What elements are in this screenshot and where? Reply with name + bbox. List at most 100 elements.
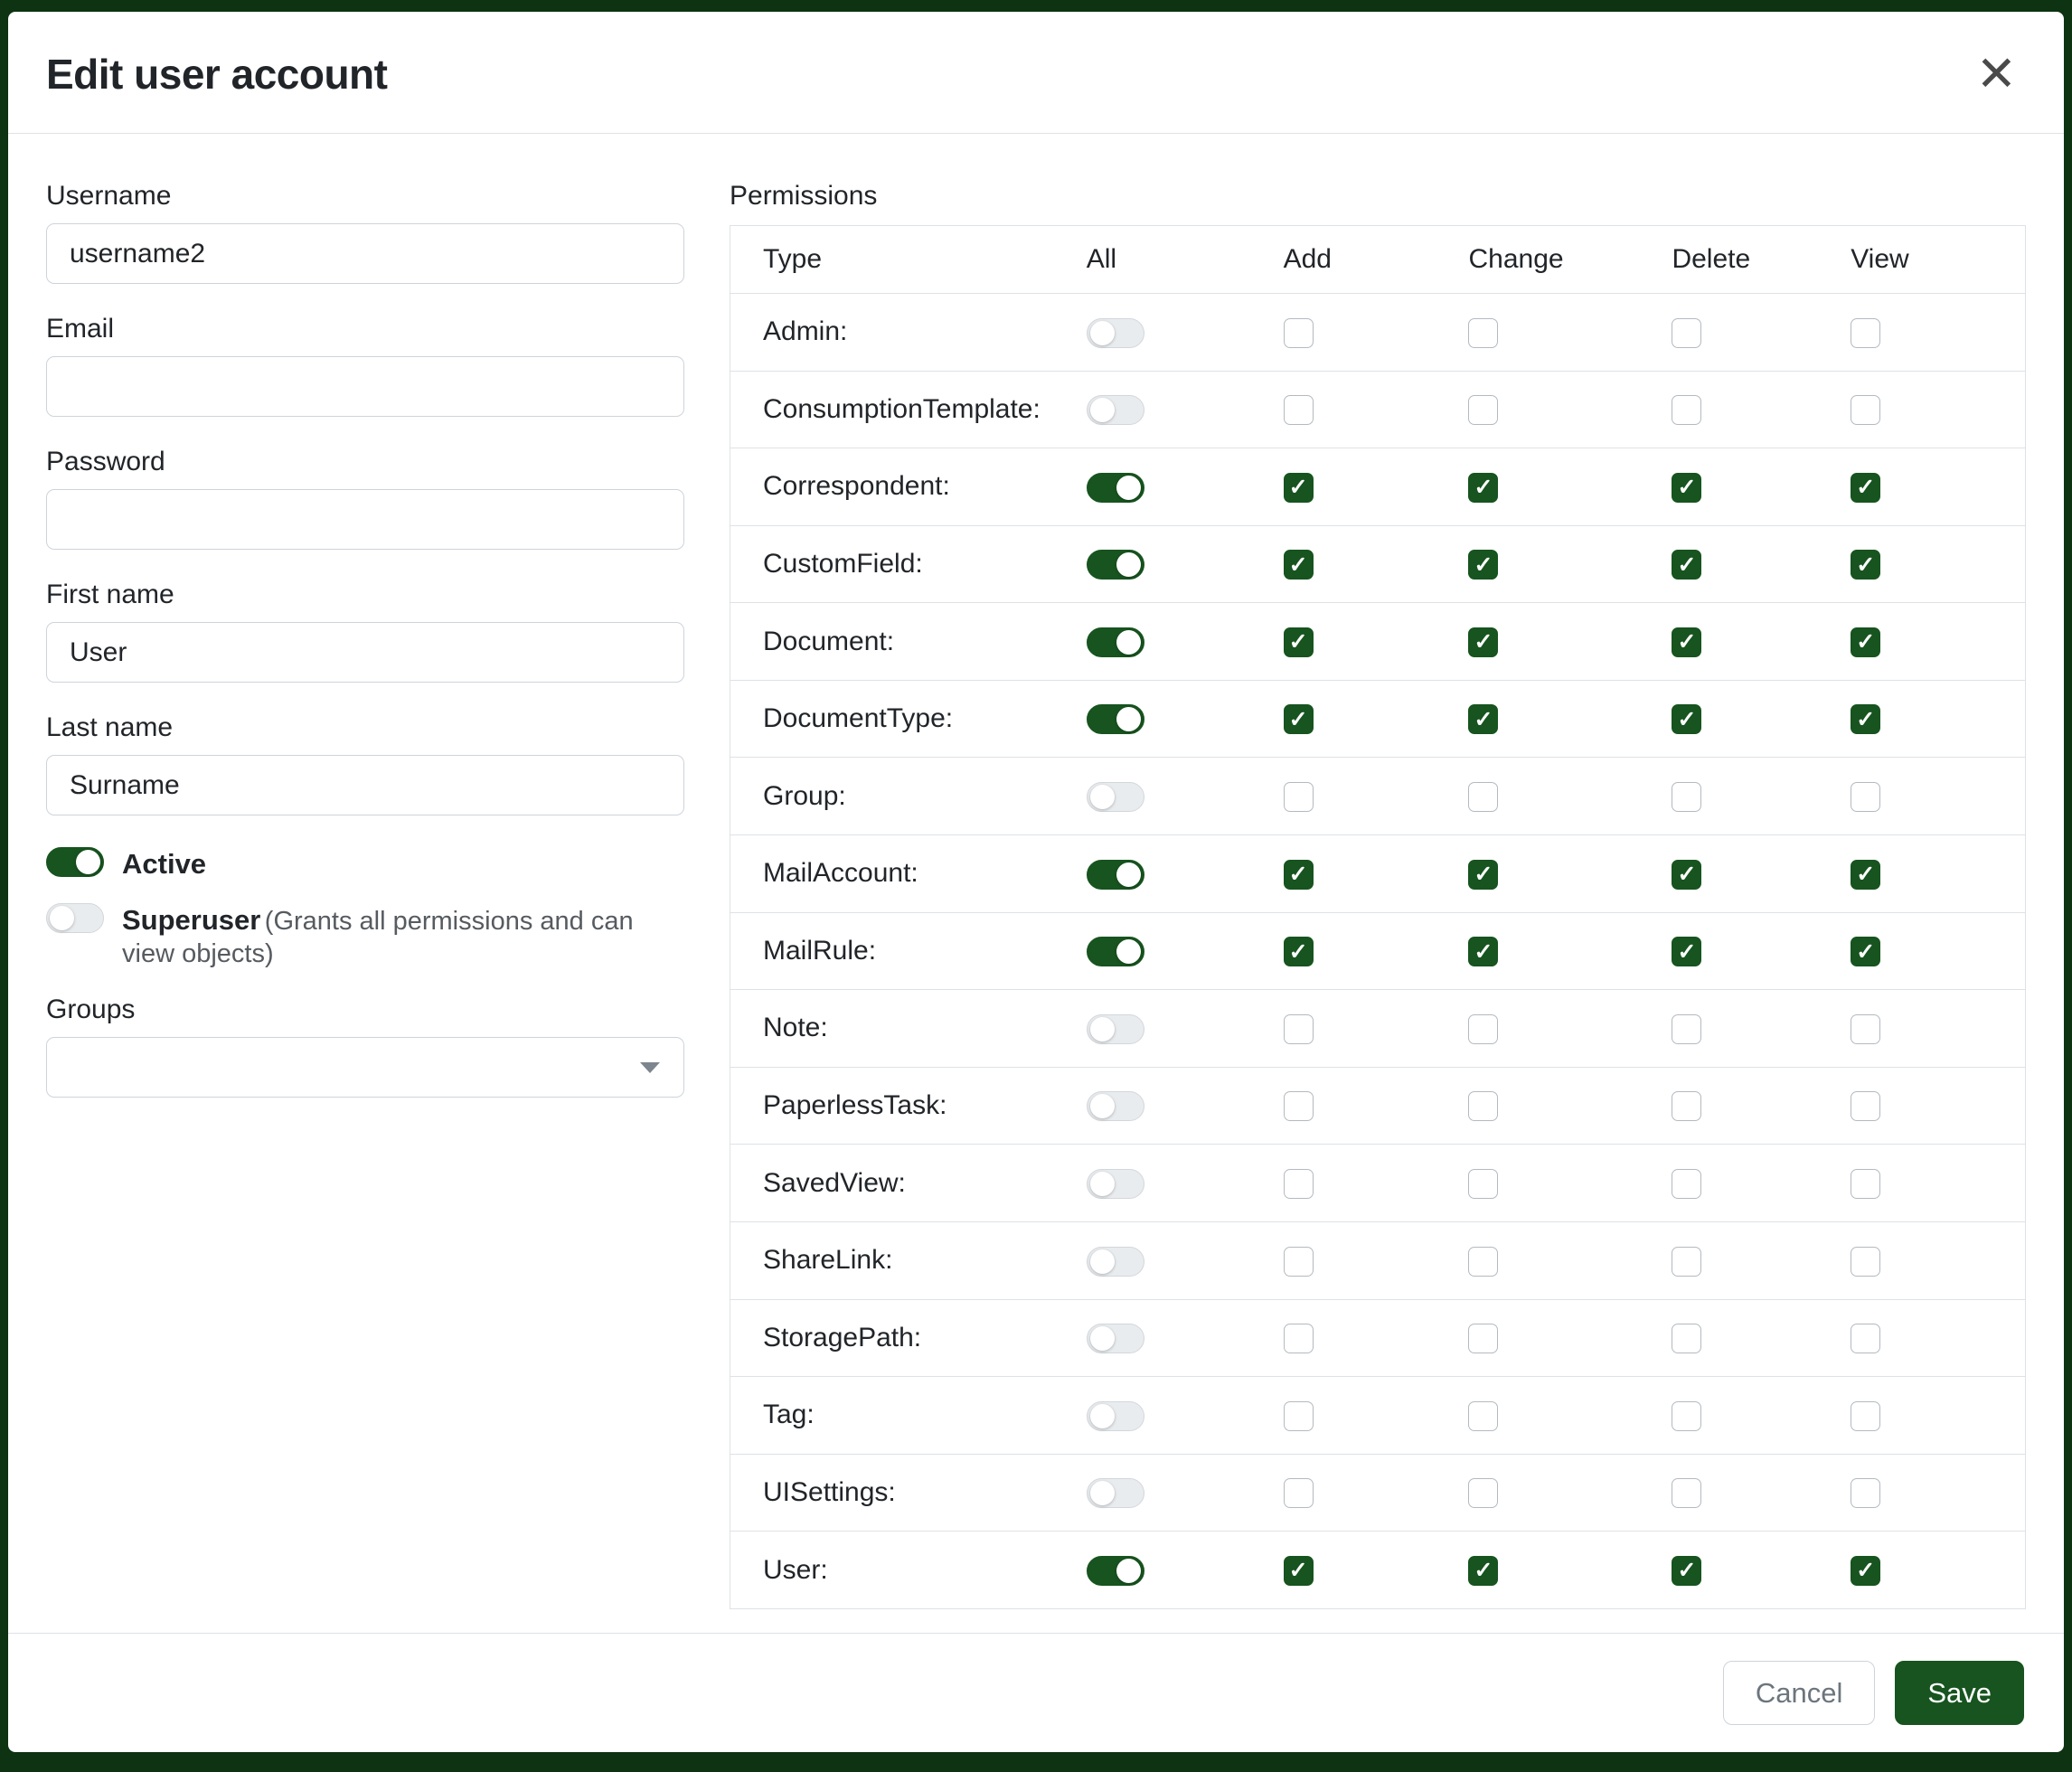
permission-change-checkbox[interactable]: ✓ <box>1468 704 1498 734</box>
permission-view-checkbox[interactable] <box>1851 1169 1880 1199</box>
permission-add-checkbox[interactable] <box>1284 395 1314 425</box>
permission-delete-checkbox[interactable] <box>1672 395 1701 425</box>
permission-all-toggle[interactable] <box>1087 1247 1144 1277</box>
active-toggle[interactable] <box>46 847 104 877</box>
permission-view-checkbox[interactable]: ✓ <box>1851 627 1880 657</box>
permission-all-toggle[interactable] <box>1087 473 1144 503</box>
permission-change-checkbox[interactable] <box>1468 395 1498 425</box>
permission-delete-checkbox[interactable]: ✓ <box>1672 550 1701 580</box>
permission-add-checkbox[interactable] <box>1284 1014 1314 1044</box>
last-name-input[interactable] <box>46 755 684 815</box>
permission-change-checkbox[interactable]: ✓ <box>1468 860 1498 890</box>
permission-all-toggle[interactable] <box>1087 1169 1144 1199</box>
chevron-down-icon <box>640 1062 660 1073</box>
permission-view-checkbox[interactable]: ✓ <box>1851 550 1880 580</box>
close-button[interactable]: ✕ <box>1969 46 2024 102</box>
username-input[interactable] <box>46 223 684 284</box>
permission-delete-checkbox[interactable]: ✓ <box>1672 704 1701 734</box>
permission-delete-checkbox[interactable] <box>1672 1091 1701 1121</box>
permission-view-checkbox[interactable]: ✓ <box>1851 1556 1880 1586</box>
permission-change-checkbox[interactable] <box>1468 1014 1498 1044</box>
permission-change-checkbox[interactable] <box>1468 1401 1498 1431</box>
permission-all-toggle[interactable] <box>1087 318 1144 348</box>
permission-delete-checkbox[interactable] <box>1672 1014 1701 1044</box>
permission-all-toggle[interactable] <box>1087 1478 1144 1508</box>
column-header-all: All <box>1054 226 1251 294</box>
permission-delete-checkbox[interactable] <box>1672 1478 1701 1508</box>
permission-add-checkbox[interactable]: ✓ <box>1284 704 1314 734</box>
permission-delete-checkbox[interactable] <box>1672 782 1701 812</box>
permission-all-toggle[interactable] <box>1087 1556 1144 1586</box>
permission-all-toggle[interactable] <box>1087 1401 1144 1431</box>
permission-add-checkbox[interactable] <box>1284 1169 1314 1199</box>
permission-delete-checkbox[interactable]: ✓ <box>1672 937 1701 966</box>
permission-add-checkbox[interactable] <box>1284 782 1314 812</box>
permission-view-checkbox[interactable] <box>1851 395 1880 425</box>
permission-view-checkbox[interactable] <box>1851 1014 1880 1044</box>
permission-change-checkbox[interactable] <box>1468 1169 1498 1199</box>
permission-change-checkbox[interactable]: ✓ <box>1468 1556 1498 1586</box>
permission-delete-checkbox[interactable] <box>1672 1324 1701 1353</box>
permission-change-checkbox[interactable] <box>1468 1324 1498 1353</box>
groups-select[interactable] <box>46 1037 684 1098</box>
permission-all-toggle[interactable] <box>1087 704 1144 734</box>
permission-change-checkbox[interactable] <box>1468 782 1498 812</box>
permission-add-checkbox[interactable] <box>1284 318 1314 348</box>
permission-view-checkbox[interactable]: ✓ <box>1851 473 1880 503</box>
permission-add-checkbox[interactable]: ✓ <box>1284 937 1314 966</box>
permission-change-checkbox[interactable]: ✓ <box>1468 627 1498 657</box>
permission-add-checkbox[interactable]: ✓ <box>1284 627 1314 657</box>
first-name-input[interactable] <box>46 622 684 683</box>
permission-delete-checkbox[interactable] <box>1672 1247 1701 1277</box>
permission-view-checkbox[interactable] <box>1851 1401 1880 1431</box>
permission-all-toggle[interactable] <box>1087 860 1144 890</box>
permission-all-toggle[interactable] <box>1087 1324 1144 1353</box>
superuser-toggle[interactable] <box>46 903 104 933</box>
permission-change-checkbox[interactable] <box>1468 1247 1498 1277</box>
permission-change-checkbox[interactable] <box>1468 1091 1498 1121</box>
permission-add-checkbox[interactable]: ✓ <box>1284 550 1314 580</box>
permission-delete-checkbox[interactable]: ✓ <box>1672 1556 1701 1586</box>
permission-change-checkbox[interactable] <box>1468 1478 1498 1508</box>
permission-view-checkbox[interactable]: ✓ <box>1851 860 1880 890</box>
permission-change-checkbox[interactable]: ✓ <box>1468 550 1498 580</box>
permission-change-checkbox[interactable] <box>1468 318 1498 348</box>
permission-all-toggle[interactable] <box>1087 1091 1144 1121</box>
permission-all-toggle[interactable] <box>1087 395 1144 425</box>
permission-add-checkbox[interactable]: ✓ <box>1284 1556 1314 1586</box>
permission-all-toggle[interactable] <box>1087 1014 1144 1044</box>
email-input[interactable] <box>46 356 684 417</box>
permission-all-toggle[interactable] <box>1087 627 1144 657</box>
permission-delete-checkbox[interactable]: ✓ <box>1672 473 1701 503</box>
toggle-knob <box>1116 476 1141 500</box>
permission-delete-checkbox[interactable] <box>1672 1401 1701 1431</box>
permission-view-checkbox[interactable] <box>1851 1247 1880 1277</box>
permission-change-checkbox[interactable]: ✓ <box>1468 937 1498 966</box>
permission-add-checkbox[interactable] <box>1284 1247 1314 1277</box>
permission-add-checkbox[interactable] <box>1284 1091 1314 1121</box>
cancel-button[interactable]: Cancel <box>1723 1661 1876 1725</box>
permission-all-toggle[interactable] <box>1087 782 1144 812</box>
permission-add-checkbox[interactable] <box>1284 1401 1314 1431</box>
permission-view-checkbox[interactable] <box>1851 1091 1880 1121</box>
permission-change-checkbox[interactable]: ✓ <box>1468 473 1498 503</box>
permission-view-checkbox[interactable]: ✓ <box>1851 704 1880 734</box>
permission-all-toggle[interactable] <box>1087 550 1144 580</box>
permission-all-toggle[interactable] <box>1087 937 1144 966</box>
save-button[interactable]: Save <box>1895 1661 2024 1725</box>
permission-view-checkbox[interactable] <box>1851 318 1880 348</box>
permission-delete-checkbox[interactable] <box>1672 1169 1701 1199</box>
permission-view-checkbox[interactable]: ✓ <box>1851 937 1880 966</box>
permission-delete-checkbox[interactable]: ✓ <box>1672 627 1701 657</box>
permission-delete-checkbox[interactable] <box>1672 318 1701 348</box>
permission-add-checkbox[interactable] <box>1284 1478 1314 1508</box>
permission-type-label: UISettings: <box>730 1454 1054 1532</box>
permission-add-checkbox[interactable]: ✓ <box>1284 473 1314 503</box>
permission-view-checkbox[interactable] <box>1851 1478 1880 1508</box>
permission-add-checkbox[interactable] <box>1284 1324 1314 1353</box>
permission-delete-checkbox[interactable]: ✓ <box>1672 860 1701 890</box>
permission-add-checkbox[interactable]: ✓ <box>1284 860 1314 890</box>
permission-view-checkbox[interactable] <box>1851 1324 1880 1353</box>
password-input[interactable] <box>46 489 684 550</box>
permission-view-checkbox[interactable] <box>1851 782 1880 812</box>
